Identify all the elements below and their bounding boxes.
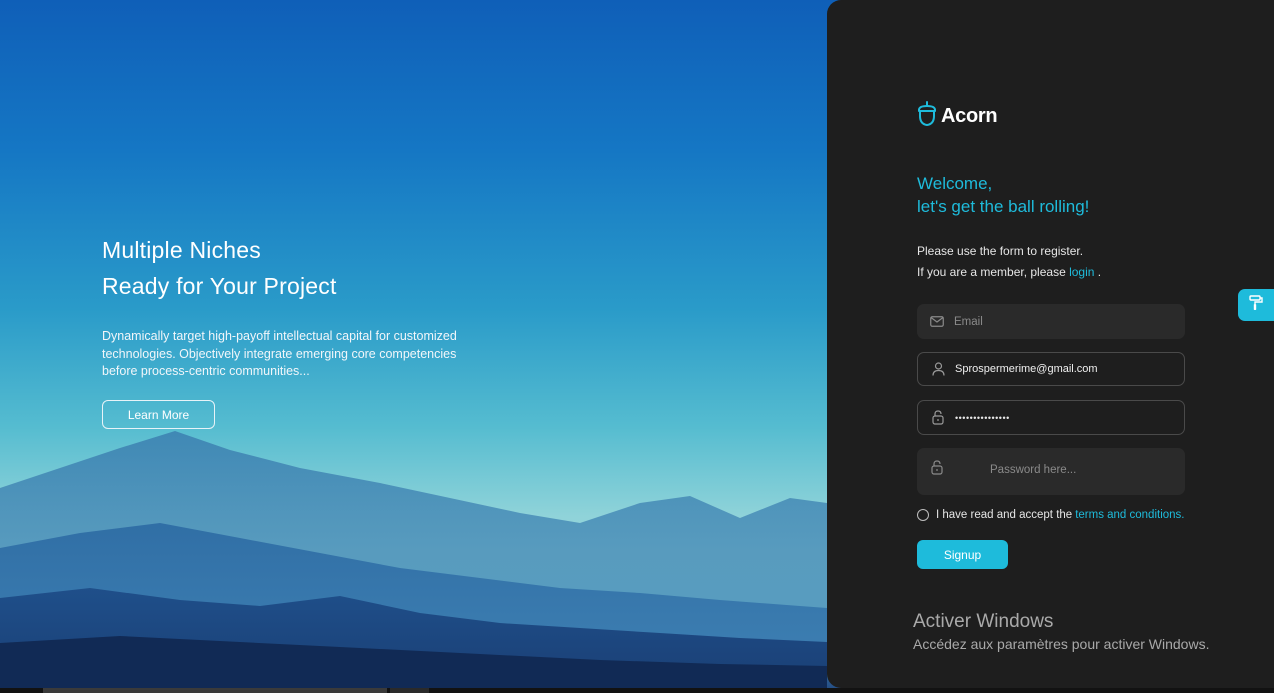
- hero-description: Dynamically target high-payoff intellect…: [102, 329, 457, 378]
- hero-title-line2: Ready for Your Project: [102, 273, 337, 299]
- brand-name: Acorn: [941, 105, 998, 127]
- username-value: Sprospermerime@gmail.com: [955, 363, 1098, 375]
- welcome-line2: let's get the ball rolling!: [917, 197, 1090, 216]
- password-field[interactable]: •••••••••••••••: [917, 400, 1185, 435]
- welcome-line1: Welcome,: [917, 174, 993, 193]
- user-icon: [930, 361, 946, 377]
- register-panel: Acorn Welcome, let's get the ball rollin…: [827, 0, 1274, 688]
- theme-settings-tab[interactable]: [1238, 289, 1274, 321]
- bottom-scroll-strip: [0, 688, 1274, 693]
- scrollbar-segment: [390, 688, 429, 693]
- username-field[interactable]: Sprospermerime@gmail.com: [917, 352, 1185, 386]
- watermark-subtitle: Accédez aux paramètres pour activer Wind…: [913, 636, 1210, 652]
- lock-icon: [929, 459, 945, 475]
- scrollbar-thumb[interactable]: [43, 688, 387, 693]
- terms-link[interactable]: terms and conditions.: [1075, 509, 1184, 521]
- login-link[interactable]: login: [1069, 265, 1094, 279]
- hero-text-block: Multiple Niches Ready for Your Project D…: [102, 232, 482, 381]
- mail-icon: [929, 314, 945, 330]
- acorn-icon: [917, 101, 937, 132]
- welcome-heading: Welcome, let's get the ball rolling!: [917, 172, 1089, 218]
- password-confirm-field[interactable]: Password here...: [917, 448, 1185, 495]
- paint-roller-icon: [1249, 294, 1263, 316]
- learn-more-button[interactable]: Learn More: [102, 400, 215, 429]
- hero-title: Multiple Niches Ready for Your Project: [102, 232, 482, 304]
- intro-line1: Please use the form to register.: [917, 244, 1084, 258]
- password-value: •••••••••••••••: [955, 412, 1010, 423]
- lock-icon: [930, 410, 946, 426]
- intro-line2-suffix: .: [1097, 265, 1102, 279]
- intro-text: Please use the form to register. If you …: [917, 241, 1101, 283]
- email-placeholder: Email: [954, 315, 983, 328]
- signup-button[interactable]: Signup: [917, 540, 1008, 569]
- intro-line2: If you are a member, please login .: [917, 262, 1101, 283]
- terms-checkbox[interactable]: [917, 509, 929, 521]
- intro-line2-prefix: If you are a member, please: [917, 265, 1066, 279]
- terms-row: I have read and accept the terms and con…: [917, 509, 1185, 521]
- brand-logo[interactable]: Acorn: [917, 101, 998, 132]
- password-confirm-placeholder: Password here...: [990, 464, 1077, 476]
- email-field[interactable]: Email: [917, 304, 1185, 339]
- hero-title-line1: Multiple Niches: [102, 237, 261, 263]
- windows-activation-watermark: Activer Windows Accédez aux paramètres p…: [913, 610, 1209, 654]
- terms-text: I have read and accept the: [936, 509, 1073, 521]
- watermark-title: Activer Windows: [913, 611, 1054, 632]
